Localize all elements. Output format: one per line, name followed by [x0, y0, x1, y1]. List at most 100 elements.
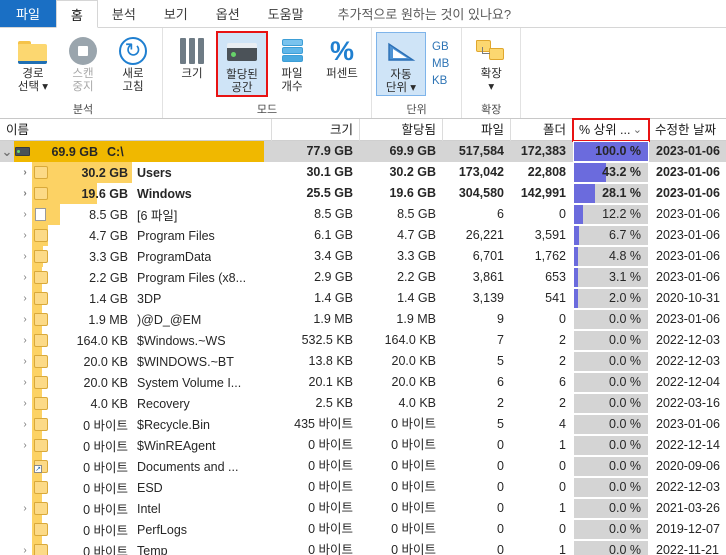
cell-name[interactable]: › 0 바이트 $WinREAgent: [0, 435, 272, 456]
expand-arrow-icon[interactable]: ›: [18, 272, 32, 283]
unit-mb-option[interactable]: MB: [432, 58, 449, 70]
cell-size: 2.9 GB: [314, 270, 353, 284]
cell-folders: 541: [545, 291, 566, 305]
mode-size-button[interactable]: 크기: [167, 32, 217, 81]
cell-size: 77.9 GB: [306, 144, 353, 158]
cell-allocated: 4.7 GB: [397, 228, 436, 242]
cell-name[interactable]: › 164.0 KB $Windows.~WS: [0, 330, 272, 351]
unit-kb-option[interactable]: KB: [432, 75, 449, 87]
mode-percent-button[interactable]: % 퍼센트: [317, 32, 367, 81]
expand-button[interactable]: 확장 ▾: [466, 32, 516, 94]
cell-name[interactable]: › 0 바이트 $Recycle.Bin: [0, 414, 272, 435]
table-row[interactable]: › 1.4 GB 3DP 1.4 GB 1.4 GB 3,139 541 2.0 % 2020-…: [0, 288, 726, 309]
expand-arrow-icon[interactable]: ›: [18, 167, 32, 178]
cell-folders: 0: [559, 207, 566, 221]
chevron-down-icon[interactable]: ⌄: [633, 119, 642, 141]
chevron-down-icon[interactable]: ▾: [488, 81, 494, 94]
cell-name[interactable]: › 4.7 GB Program Files: [0, 225, 272, 246]
tab-file[interactable]: 파일: [0, 0, 56, 27]
tab-home[interactable]: 홈: [55, 0, 98, 28]
expand-arrow-icon[interactable]: ›: [18, 419, 32, 430]
column-header-folders[interactable]: 폴더: [511, 118, 573, 141]
tell-me-search[interactable]: 추가적으로 원하는 것이 있나요?: [318, 0, 526, 27]
cell-name[interactable]: › 1.4 GB 3DP: [0, 288, 272, 309]
unit-gb-option[interactable]: GB: [432, 41, 449, 53]
mode-file-count-button[interactable]: 파일 개수: [267, 32, 317, 94]
cell-size: 30.1 GB: [306, 165, 353, 179]
percent-label: 0.0 %: [609, 501, 641, 515]
expand-arrow-icon[interactable]: ›: [18, 440, 32, 451]
table-row[interactable]: › 4.7 GB Program Files 6.1 GB 4.7 GB 26,221 3,…: [0, 225, 726, 246]
collapse-arrow-icon[interactable]: ⌄: [0, 144, 14, 160]
table-row[interactable]: › 30.2 GB Users 30.1 GB 30.2 GB 173,042 22,808…: [0, 162, 726, 183]
cell-files: 2: [497, 396, 504, 410]
table-row[interactable]: 0 바이트 ESD 0 바이트 0 바이트 0 0 0.0 % 2022-12-03: [0, 477, 726, 498]
expand-arrow-icon[interactable]: ›: [18, 356, 32, 367]
column-header-allocated[interactable]: 할당됨: [360, 118, 443, 141]
cell-name[interactable]: › 0 바이트 Intel: [0, 498, 272, 519]
tab-options[interactable]: 옵션: [202, 0, 254, 27]
expand-arrow-icon[interactable]: ›: [18, 314, 32, 325]
table-row[interactable]: › 20.0 KB System Volume I... 20.1 KB 20.0 KB…: [0, 372, 726, 393]
table-row[interactable]: › 0 바이트 $Recycle.Bin 435 바이트 0 바이트 5 4 0.0 % 202…: [0, 414, 726, 435]
cell-name[interactable]: › 20.0 KB System Volume I...: [0, 372, 272, 393]
percent-label: 12.2 %: [602, 207, 641, 221]
cell-name-size: 0 바이트: [83, 461, 128, 475]
expand-arrow-icon[interactable]: ›: [18, 398, 32, 409]
ribbon-toolbar: 경로 선택 ▾ 스캔 중지 ↻ 새로 고침 분석 크기 할당된 공간 파일 개수…: [0, 28, 726, 119]
expand-arrow-icon[interactable]: ›: [18, 230, 32, 241]
table-row[interactable]: 0 바이트 PerfLogs 0 바이트 0 바이트 0 0 0.0 % 2019-12-07: [0, 519, 726, 540]
expand-arrow-icon[interactable]: ›: [18, 545, 32, 555]
cell-name[interactable]: 0 바이트 PerfLogs: [0, 519, 272, 540]
expand-arrow-icon[interactable]: ›: [18, 251, 32, 262]
cell-name[interactable]: › 19.6 GB Windows: [0, 183, 272, 204]
stop-scan-button[interactable]: 스캔 중지: [58, 32, 108, 94]
table-row[interactable]: › 0 바이트 Temp 0 바이트 0 바이트 0 1 0.0 % 2022-11-21: [0, 540, 726, 555]
column-header-name[interactable]: 이름: [0, 118, 272, 141]
table-row[interactable]: › 2.2 GB Program Files (x8... 2.9 GB 2.2 GB 3…: [0, 267, 726, 288]
refresh-button[interactable]: ↻ 새로 고침: [108, 32, 158, 94]
cell-name[interactable]: › 2.2 GB Program Files (x8...: [0, 267, 272, 288]
cell-name[interactable]: › 20.0 KB $WINDOWS.~BT: [0, 351, 272, 372]
cell-name[interactable]: › 30.2 GB Users: [0, 162, 272, 183]
cell-name[interactable]: › 3.3 GB ProgramData: [0, 246, 272, 267]
tab-view[interactable]: 보기: [150, 0, 202, 27]
table-row[interactable]: › 4.0 KB Recovery 2.5 KB 4.0 KB 2 2 0.0 % 2022-0…: [0, 393, 726, 414]
table-row[interactable]: ↗ 0 바이트 Documents and ... 0 바이트 0 바이트 0 0 0.0 %…: [0, 456, 726, 477]
cell-name[interactable]: ⌄ 69.9 GB C:\: [0, 141, 272, 162]
expand-arrow-icon[interactable]: ›: [18, 377, 32, 388]
cell-name[interactable]: ↗ 0 바이트 Documents and ...: [0, 456, 272, 477]
table-row[interactable]: › 0 바이트 $WinREAgent 0 바이트 0 바이트 0 1 0.0 % 2022-1…: [0, 435, 726, 456]
column-header-percent[interactable]: % 상위 ... ⌄: [572, 117, 650, 142]
expand-arrow-icon[interactable]: ›: [18, 503, 32, 514]
expand-arrow-icon[interactable]: ›: [18, 209, 32, 220]
table-row[interactable]: › 0 바이트 Intel 0 바이트 0 바이트 0 1 0.0 % 2021-03-26: [0, 498, 726, 519]
table-row[interactable]: ⌄ 69.9 GB C:\ 77.9 GB 69.9 GB 517,584 172,383 1…: [0, 141, 726, 162]
table-row[interactable]: › 8.5 GB [6 파일] 8.5 GB 8.5 GB 6 0 12.2 % 2023-01…: [0, 204, 726, 225]
column-header-files[interactable]: 파일: [443, 118, 511, 141]
expand-arrow-icon[interactable]: ›: [18, 188, 32, 199]
table-row[interactable]: › 164.0 KB $Windows.~WS 532.5 KB 164.0 KB 7 2 0…: [0, 330, 726, 351]
tab-help[interactable]: 도움말: [254, 0, 318, 27]
cell-name[interactable]: › 8.5 GB [6 파일]: [0, 204, 272, 225]
cell-percent: 0.0 %: [573, 393, 649, 414]
select-path-button[interactable]: 경로 선택 ▾: [8, 32, 58, 94]
cell-folders: 6: [559, 375, 566, 389]
column-header-modified[interactable]: 수정한 날짜: [649, 119, 726, 141]
mode-allocated-space-button[interactable]: 할당된 공간: [216, 31, 268, 97]
table-row[interactable]: › 19.6 GB Windows 25.5 GB 19.6 GB 304,580 142,…: [0, 183, 726, 204]
expand-arrow-icon[interactable]: ›: [18, 293, 32, 304]
table-row[interactable]: › 3.3 GB ProgramData 3.4 GB 3.3 GB 6,701 1,762…: [0, 246, 726, 267]
cell-name[interactable]: › 4.0 KB Recovery: [0, 393, 272, 414]
table-row[interactable]: › 20.0 KB $WINDOWS.~BT 13.8 KB 20.0 KB 5 2 0.0 …: [0, 351, 726, 372]
cell-name[interactable]: 0 바이트 ESD: [0, 477, 272, 498]
expand-arrow-icon[interactable]: ›: [18, 335, 32, 346]
cell-name[interactable]: › 1.9 MB)@D_@EM: [0, 309, 272, 330]
auto-unit-button[interactable]: 자동 단위 ▾: [376, 32, 426, 96]
column-header-size[interactable]: 크기: [272, 118, 360, 141]
table-row[interactable]: › 1.9 MB)@D_@EM 1.9 MB 1.9 MB 9 0 0.0 % 2023-01…: [0, 309, 726, 330]
ribbon-group-label-mode: 모드: [256, 104, 278, 116]
cell-name-label: )@D_@EM: [137, 312, 202, 327]
tab-analyze[interactable]: 분석: [98, 0, 150, 27]
cell-name[interactable]: › 0 바이트 Temp: [0, 540, 272, 555]
